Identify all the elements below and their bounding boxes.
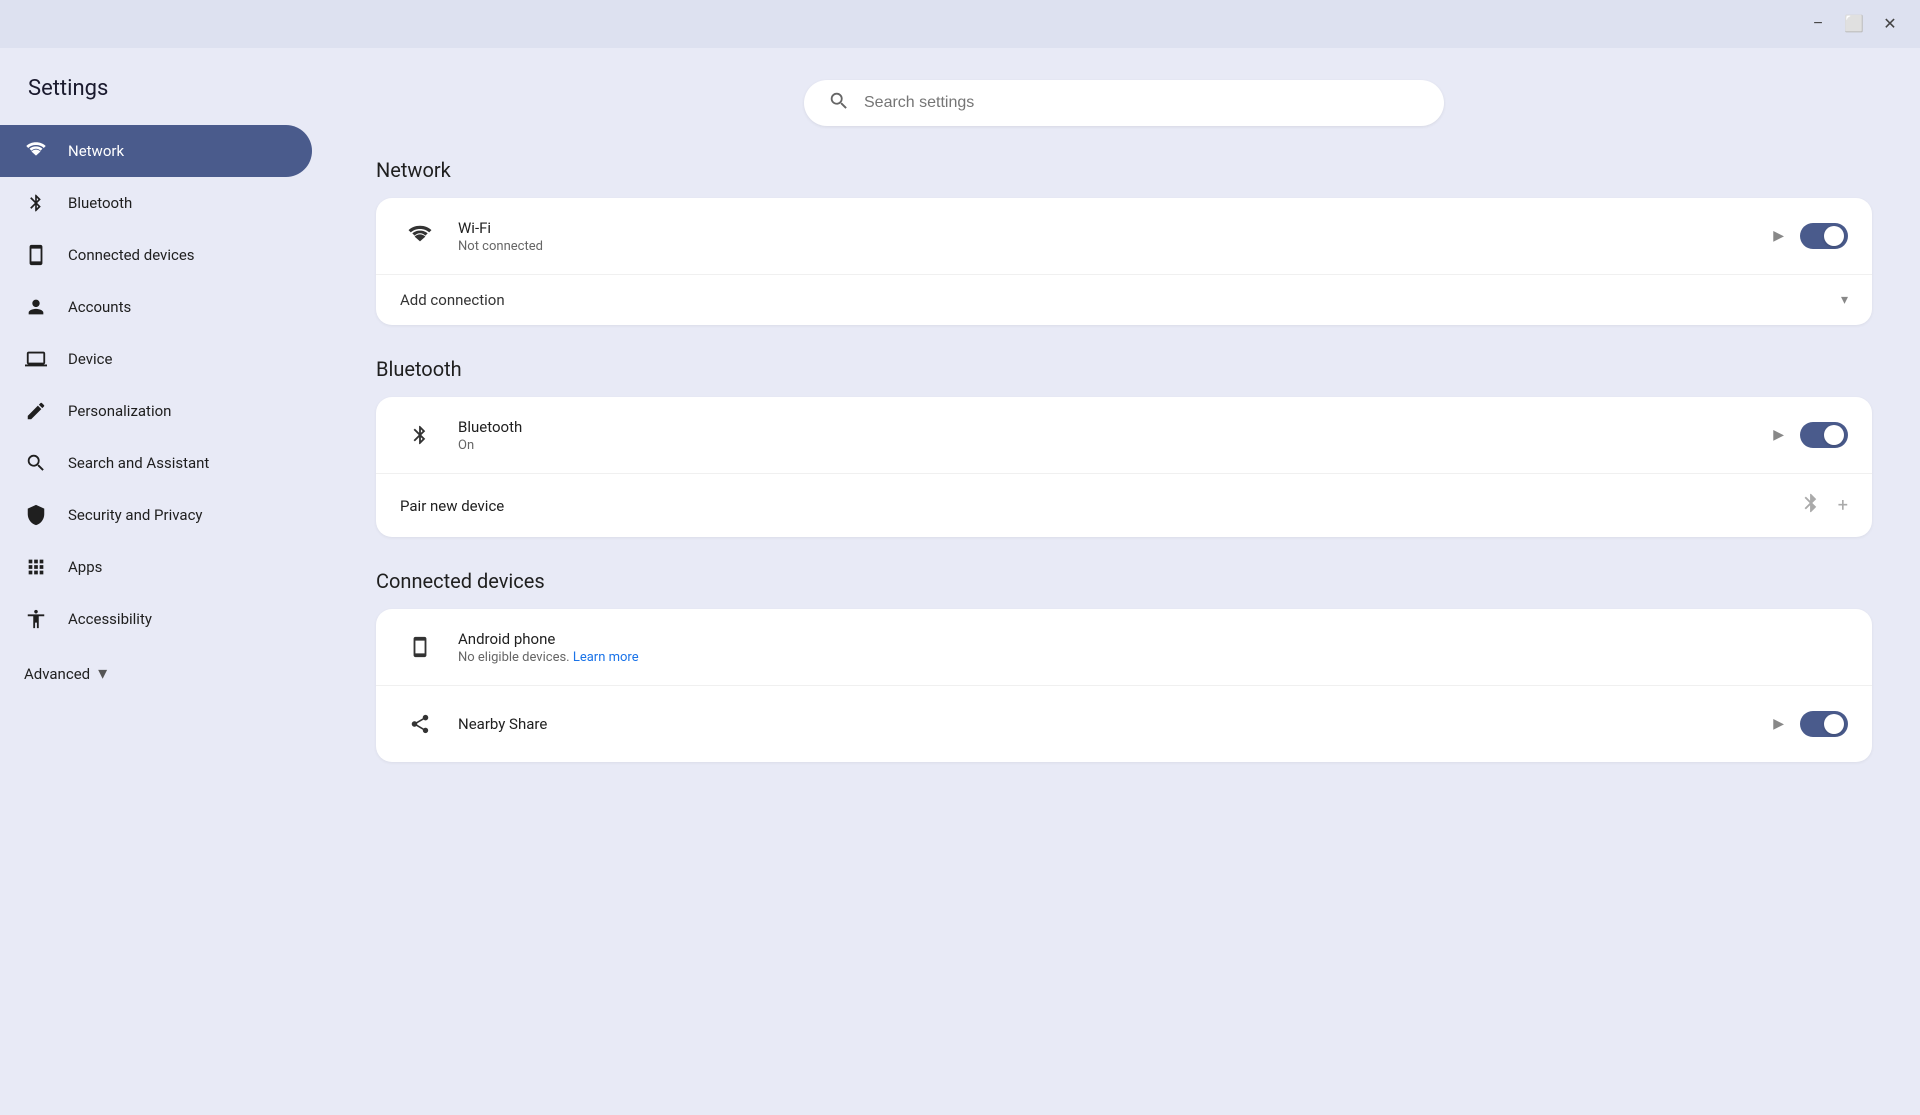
sidebar-item-search-assistant[interactable]: Search and Assistant [0,437,312,489]
bluetooth-title: Bluetooth [458,418,1773,436]
wifi-toggle[interactable] [1800,223,1848,249]
sidebar-advanced-label: Advanced [24,665,90,683]
minimize-button[interactable]: − [1800,6,1836,42]
sidebar-item-connected-devices[interactable]: Connected devices [0,229,312,281]
app-title: Settings [0,48,328,125]
android-phone-icon [400,627,440,667]
apps-icon [24,555,48,579]
sidebar-connected-devices-label: Connected devices [68,246,195,264]
bluetooth-row-icon [400,415,440,455]
sidebar-item-bluetooth[interactable]: Bluetooth [0,177,312,229]
sidebar-item-network[interactable]: Network [0,125,312,177]
main-content: Network Wi-Fi Not connected ▶ [328,48,1920,1115]
person-icon [24,295,48,319]
titlebar: − ⬜ ✕ [0,0,1920,48]
sidebar-accounts-label: Accounts [68,298,131,316]
connected-devices-section-header: Connected devices [376,569,1872,593]
pair-new-device-row[interactable]: Pair new device + [376,474,1872,537]
network-card: Wi-Fi Not connected ▶ Add connection ▾ [376,198,1872,325]
sidebar-item-device[interactable]: Device [0,333,312,385]
sidebar-item-security-privacy[interactable]: Security and Privacy [0,489,312,541]
bluetooth-text: Bluetooth On [458,418,1773,453]
nearby-share-title: Nearby Share [458,715,1773,733]
sidebar-device-label: Device [68,350,112,368]
sidebar-security-privacy-label: Security and Privacy [68,506,203,524]
bluetooth-chevron-icon: ▶ [1773,427,1784,443]
sidebar-item-accessibility[interactable]: Accessibility [0,593,312,645]
edit-icon [24,399,48,423]
sidebar-search-assistant-label: Search and Assistant [68,454,209,472]
add-connection-label: Add connection [400,291,505,309]
pair-plus-icon: + [1838,495,1848,516]
accessibility-icon [24,607,48,631]
sidebar-accessibility-label: Accessibility [68,610,152,628]
laptop-icon [24,347,48,371]
connected-devices-card: Android phone No eligible devices. Learn… [376,609,1872,762]
android-phone-row[interactable]: Android phone No eligible devices. Learn… [376,609,1872,686]
nearby-share-chevron-icon: ▶ [1773,716,1784,732]
add-connection-row[interactable]: Add connection ▾ [376,275,1872,325]
wifi-title: Wi-Fi [458,219,1773,237]
bluetooth-toggle[interactable] [1800,422,1848,448]
bluetooth-status: On [458,438,1773,453]
sidebar-item-apps[interactable]: Apps [0,541,312,593]
nearby-share-row[interactable]: Nearby Share ▶ [376,686,1872,762]
sidebar-item-personalization[interactable]: Personalization [0,385,312,437]
bluetooth-add-icon [1800,492,1822,519]
sidebar-personalization-label: Personalization [68,402,171,420]
app-body: Settings Network Bluetooth [0,48,1920,1115]
network-section-header: Network [376,158,1872,182]
wifi-text: Wi-Fi Not connected [458,219,1773,254]
nearby-share-text: Nearby Share [458,715,1773,733]
device-icon [24,243,48,267]
android-phone-text: Android phone No eligible devices. Learn… [458,630,1848,665]
pair-label: Pair new device [400,497,1800,515]
shield-icon [24,503,48,527]
close-button[interactable]: ✕ [1872,6,1908,42]
chevron-down-icon: ▾ [98,663,107,684]
bluetooth-actions: ▶ [1773,422,1848,448]
search-bar-wrap [376,80,1872,126]
bluetooth-card: Bluetooth On ▶ Pair new device [376,397,1872,537]
pair-text: Pair new device [400,497,1800,515]
search-input[interactable] [864,94,1420,112]
wifi-chevron-icon: ▶ [1773,228,1784,244]
pair-actions: + [1800,492,1848,519]
wifi-status: Not connected [458,239,1773,254]
wifi-actions: ▶ [1773,223,1848,249]
sidebar-apps-label: Apps [68,558,102,576]
bluetooth-icon [24,191,48,215]
search-icon [24,451,48,475]
add-connection-chevron-icon: ▾ [1841,292,1848,308]
nearby-share-icon [400,704,440,744]
wifi-icon [24,139,48,163]
bluetooth-row[interactable]: Bluetooth On ▶ [376,397,1872,474]
android-phone-title: Android phone [458,630,1848,648]
sidebar: Settings Network Bluetooth [0,48,328,1115]
search-icon [828,90,850,116]
bluetooth-section-header: Bluetooth [376,357,1872,381]
wifi-row-icon [400,216,440,256]
android-learn-more-link[interactable]: Learn more [573,650,639,665]
sidebar-advanced[interactable]: Advanced ▾ [0,649,328,698]
search-bar [804,80,1444,126]
android-phone-sub: No eligible devices. Learn more [458,650,1848,665]
maximize-button[interactable]: ⬜ [1836,6,1872,42]
sidebar-item-accounts[interactable]: Accounts [0,281,312,333]
nearby-share-toggle[interactable] [1800,711,1848,737]
nearby-share-actions: ▶ [1773,711,1848,737]
sidebar-network-label: Network [68,142,124,160]
wifi-row[interactable]: Wi-Fi Not connected ▶ [376,198,1872,275]
sidebar-bluetooth-label: Bluetooth [68,194,132,212]
